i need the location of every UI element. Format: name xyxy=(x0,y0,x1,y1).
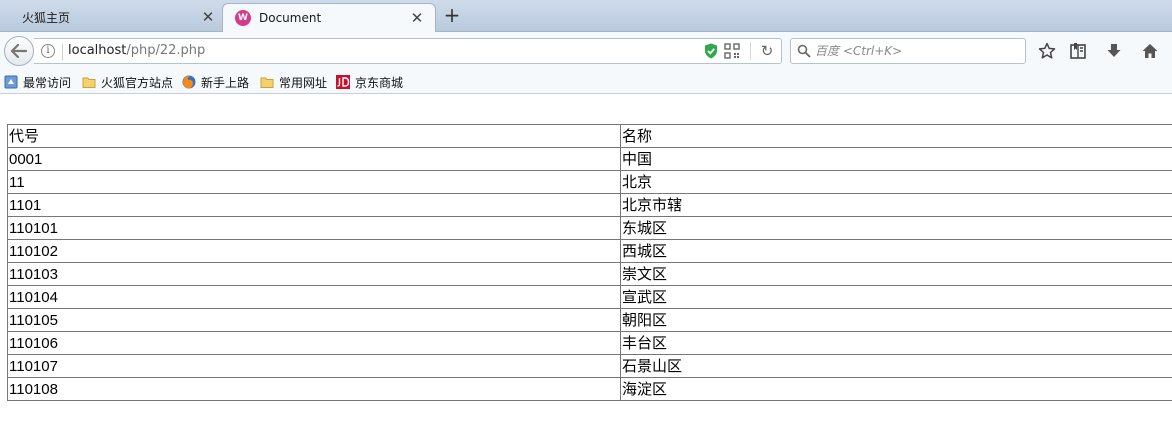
cell-name: 丰台区 xyxy=(620,331,1172,355)
table-row: 0001 中国 xyxy=(7,147,1172,171)
bookmark-firefox-official[interactable]: 火狐官方站点 xyxy=(82,74,173,90)
divider xyxy=(750,42,751,60)
back-button[interactable] xyxy=(4,36,34,66)
table-row: 110104 宣武区 xyxy=(7,285,1172,309)
cell-code: 1101 xyxy=(7,193,621,217)
divider xyxy=(62,44,63,60)
bookmark-jd-mall[interactable]: 京东商城 xyxy=(336,74,403,90)
table-body: 0001 中国 11 北京 1101 北京市辖 110101 东城区 110102 西城区 1101… xyxy=(7,147,1172,401)
bookmark-label: 常用网址 xyxy=(279,75,328,90)
search-icon xyxy=(797,44,811,58)
column-header-code: 代号 xyxy=(7,124,621,148)
tab-document[interactable]: W Document ✕ xyxy=(222,3,436,32)
table-row: 110102 西城区 xyxy=(7,239,1172,263)
firefox-icon xyxy=(182,75,196,89)
folder-icon xyxy=(82,77,96,88)
download-icon[interactable] xyxy=(1105,42,1123,60)
cell-name: 北京 xyxy=(620,170,1172,194)
table-row: 110106 丰台区 xyxy=(7,331,1172,355)
tab-title: Document xyxy=(259,11,322,25)
qr-code-icon[interactable] xyxy=(724,43,740,59)
reload-icon[interactable]: ↻ xyxy=(758,42,776,60)
cell-code: 110108 xyxy=(7,377,621,401)
cell-name: 海淀区 xyxy=(620,377,1172,401)
table-row: 110103 崇文区 xyxy=(7,262,1172,286)
close-icon[interactable]: ✕ xyxy=(200,9,216,25)
url-bar[interactable]: i localhost/php/22.php ↻ xyxy=(34,38,782,64)
cell-code: 11 xyxy=(7,170,621,194)
cell-name: 西城区 xyxy=(620,239,1172,263)
cell-code: 110105 xyxy=(7,308,621,332)
home-icon[interactable] xyxy=(1141,42,1159,60)
info-icon[interactable]: i xyxy=(41,44,55,58)
cell-code: 110107 xyxy=(7,354,621,378)
bookmark-folder-blue-icon xyxy=(4,75,18,89)
cell-name: 崇文区 xyxy=(620,262,1172,286)
table-row: 110108 海淀区 xyxy=(7,377,1172,401)
table-row: 1101 北京市辖 xyxy=(7,193,1172,217)
table-header-row: 代号 名称 xyxy=(7,124,1172,148)
cell-name: 北京市辖 xyxy=(620,193,1172,217)
reading-list-icon[interactable] xyxy=(1069,42,1087,60)
wamp-favicon-icon: W xyxy=(235,10,251,26)
cell-code: 110106 xyxy=(7,331,621,355)
bookmark-label: 京东商城 xyxy=(355,75,404,90)
page-content: 代号 名称 0001 中国 11 北京 1101 北京市辖 110101 东城区 110102 西… xyxy=(0,95,1172,439)
jd-logo-icon xyxy=(336,75,350,89)
cell-code: 110101 xyxy=(7,216,621,240)
tab-title: 火狐主页 xyxy=(22,11,71,25)
shield-icon[interactable] xyxy=(704,43,718,59)
cell-name: 石景山区 xyxy=(620,354,1172,378)
cell-name: 东城区 xyxy=(620,216,1172,240)
table-row: 110107 石景山区 xyxy=(7,354,1172,378)
cell-code: 110102 xyxy=(7,239,621,263)
navigation-bar: i localhost/php/22.php ↻ xyxy=(0,32,1172,70)
bookmark-label: 最常访问 xyxy=(23,75,72,90)
cell-name: 中国 xyxy=(620,147,1172,171)
cell-name: 宣武区 xyxy=(620,285,1172,309)
search-input[interactable] xyxy=(815,41,1015,61)
table-row: 110105 朝阳区 xyxy=(7,308,1172,332)
bookmarks-toolbar: 最常访问 火狐官方站点 新手上路 常用网址 京东商城 xyxy=(0,70,1172,94)
bookmark-most-visited[interactable]: 最常访问 xyxy=(4,74,71,90)
arrow-left-icon xyxy=(11,44,27,58)
tab-firefox-home[interactable]: 火狐主页 ✕ xyxy=(0,3,226,32)
folder-icon xyxy=(260,77,274,88)
bookmark-label: 火狐官方站点 xyxy=(101,75,174,90)
cell-code: 0001 xyxy=(7,147,621,171)
cell-code: 110103 xyxy=(7,262,621,286)
bookmark-getting-started[interactable]: 新手上路 xyxy=(182,74,249,90)
tab-strip: 火狐主页 ✕ W Document ✕ + xyxy=(0,0,1172,32)
star-icon[interactable] xyxy=(1038,42,1056,60)
cell-name: 朝阳区 xyxy=(620,308,1172,332)
search-bar[interactable] xyxy=(790,38,1026,64)
region-code-table: 代号 名称 0001 中国 11 北京 1101 北京市辖 110101 东城区 110102 西… xyxy=(7,124,1172,401)
url-host: localhost xyxy=(68,43,127,58)
column-header-name: 名称 xyxy=(620,124,1172,148)
close-icon[interactable]: ✕ xyxy=(409,10,425,26)
bookmark-common-sites[interactable]: 常用网址 xyxy=(260,74,327,90)
table-row: 110101 东城区 xyxy=(7,216,1172,240)
url-path: /php/22.php xyxy=(126,43,206,58)
table-row: 11 北京 xyxy=(7,170,1172,194)
url-text[interactable]: localhost/php/22.php xyxy=(68,43,205,58)
new-tab-button[interactable]: + xyxy=(442,5,462,25)
cell-code: 110104 xyxy=(7,285,621,309)
bookmark-label: 新手上路 xyxy=(201,75,250,90)
